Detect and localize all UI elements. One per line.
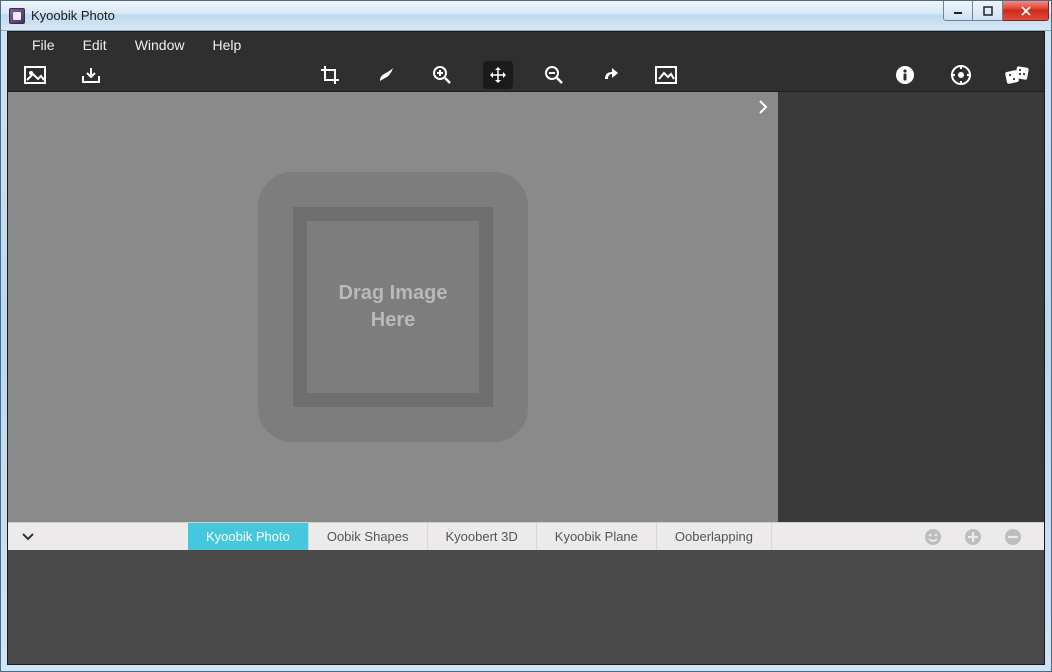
menu-window[interactable]: Window <box>121 33 199 57</box>
crop-button[interactable] <box>315 61 345 89</box>
tab-remove-button[interactable] <box>1004 528 1022 546</box>
minimize-icon <box>953 6 963 16</box>
chevron-right-icon <box>758 100 768 114</box>
dropzone[interactable]: Drag Image Here <box>258 172 528 442</box>
move-icon <box>488 65 508 85</box>
tab-kyoobik-photo[interactable]: Kyoobik Photo <box>188 523 309 550</box>
tabstrip-dropdown[interactable] <box>8 523 48 550</box>
bottom-panel <box>8 550 1044 664</box>
fit-image-button[interactable] <box>651 61 681 89</box>
window-title: Kyoobik Photo <box>31 8 115 23</box>
dropzone-frame: Drag Image Here <box>293 207 493 407</box>
dropzone-text: Drag Image Here <box>339 280 448 334</box>
open-image-button[interactable] <box>20 61 50 89</box>
zoom-in-button[interactable] <box>427 61 457 89</box>
window-controls <box>943 1 1049 21</box>
maximize-icon <box>983 6 993 16</box>
tab-oobik-shapes[interactable]: Oobik Shapes <box>309 523 428 550</box>
tab-add-button[interactable] <box>964 528 982 546</box>
toolbar-left <box>20 61 106 89</box>
zoom-out-icon <box>544 65 564 85</box>
menu-edit[interactable]: Edit <box>69 33 121 57</box>
plus-circle-icon <box>964 528 982 546</box>
crop-icon <box>320 65 340 85</box>
dropzone-line1: Drag Image <box>339 282 448 304</box>
move-button[interactable] <box>483 61 513 89</box>
toolbar-right <box>890 61 1032 89</box>
tab-kyoobert-3d[interactable]: Kyoobert 3D <box>428 523 537 550</box>
zoom-in-icon <box>432 65 452 85</box>
smile-icon <box>924 528 942 546</box>
export-icon <box>80 66 102 84</box>
tabs: Kyoobik Photo Oobik Shapes Kyoobert 3D K… <box>188 523 772 550</box>
info-button[interactable] <box>890 61 920 89</box>
canvas-area[interactable]: Drag Image Here <box>8 92 778 522</box>
toolbar-center <box>315 61 681 89</box>
panel-collapse-button[interactable] <box>754 98 772 116</box>
minus-circle-icon <box>1004 528 1022 546</box>
app-icon <box>9 8 25 24</box>
settings-button[interactable] <box>946 61 976 89</box>
side-panel <box>778 92 1044 522</box>
export-button[interactable] <box>76 61 106 89</box>
tab-ooberlapping[interactable]: Ooberlapping <box>657 523 772 550</box>
zoom-out-button[interactable] <box>539 61 569 89</box>
menu-help[interactable]: Help <box>198 33 255 57</box>
maximize-button[interactable] <box>973 1 1003 21</box>
close-icon <box>1020 5 1032 17</box>
open-image-icon <box>24 66 46 84</box>
tab-kyoobik-plane[interactable]: Kyoobik Plane <box>537 523 657 550</box>
fit-image-icon <box>655 66 677 84</box>
redo-icon <box>600 65 620 85</box>
brush-button[interactable] <box>371 61 401 89</box>
app-window: Kyoobik Photo File Edit Window Help <box>0 0 1052 672</box>
toolbar <box>8 58 1044 92</box>
brush-icon <box>376 65 396 85</box>
menubar: File Edit Window Help <box>8 32 1044 58</box>
workspace: Drag Image Here <box>8 92 1044 522</box>
redo-button[interactable] <box>595 61 625 89</box>
tabstrip: Kyoobik Photo Oobik Shapes Kyoobert 3D K… <box>8 522 1044 550</box>
minimize-button[interactable] <box>943 1 973 21</box>
randomize-button[interactable] <box>1002 61 1032 89</box>
client-area: File Edit Window Help <box>7 31 1045 665</box>
titlebar[interactable]: Kyoobik Photo <box>1 1 1051 31</box>
tabstrip-tools <box>924 523 1044 550</box>
info-icon <box>895 65 915 85</box>
menu-file[interactable]: File <box>18 33 69 57</box>
chevron-down-icon <box>22 533 34 541</box>
settings-icon <box>951 65 971 85</box>
randomize-icon <box>1005 65 1029 85</box>
close-button[interactable] <box>1003 1 1049 21</box>
dropzone-line2: Here <box>371 309 415 331</box>
tab-preset-button[interactable] <box>924 528 942 546</box>
